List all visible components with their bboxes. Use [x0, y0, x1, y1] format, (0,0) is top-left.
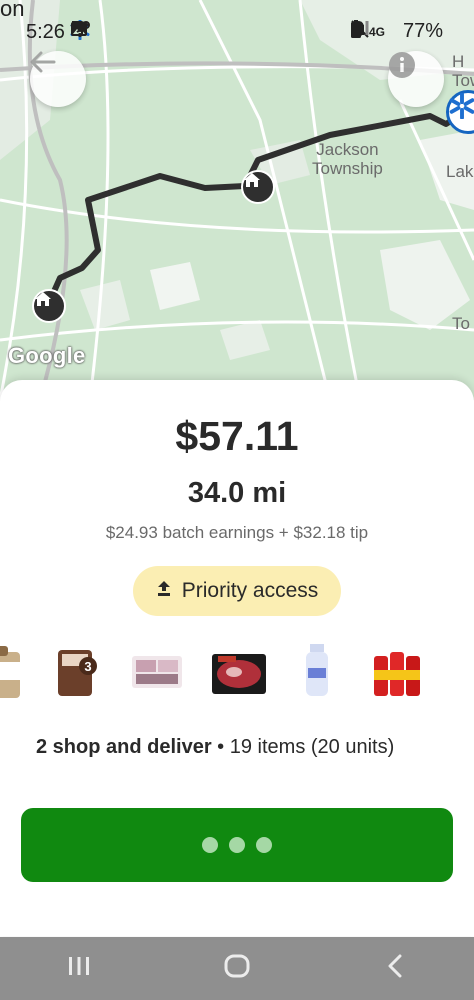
system-nav-bar [0, 937, 474, 1000]
svg-text:3: 3 [84, 659, 91, 674]
battery-percent: 77% [402, 20, 443, 42]
offer-distance: 34.0 mi [187, 477, 287, 509]
offer-sheet: $57.11 34.0 mi $24.93 batch earnings + $… [0, 380, 474, 936]
status-time: 5:26 [26, 21, 65, 43]
dropoff-marker-2[interactable] [32, 289, 66, 323]
recent-apps-icon [67, 955, 91, 982]
map-label-lake: Lak [446, 162, 474, 181]
product-thumbnails[interactable]: 3 [0, 642, 474, 708]
priority-icon [156, 580, 172, 603]
batch-summary-type: 2 shop and deliver [36, 736, 212, 758]
batch-summary-items: 19 items (20 units) [229, 736, 395, 758]
home-button[interactable] [207, 944, 267, 994]
priority-access-label: Priority access [181, 579, 319, 602]
dropoff-marker-1[interactable] [241, 170, 275, 204]
offer-price: $57.11 [175, 413, 299, 459]
product-thumb-coffee-creamer [0, 642, 24, 702]
loading-dot-2 [229, 837, 245, 853]
map-label-top-right: H Tow [452, 52, 474, 90]
product-thumb-cat-food-pack [130, 642, 184, 702]
earnings-breakdown: $24.93 batch earnings + $32.18 tip [105, 523, 369, 542]
google-attribution: Google [8, 343, 86, 368]
accept-batch-button[interactable] [21, 808, 453, 882]
product-thumb-body-wash-bottle [300, 642, 336, 702]
back-chevron-icon [386, 954, 404, 983]
network-icon: 4G [368, 24, 385, 39]
loading-dot-1 [202, 837, 218, 853]
map-label-to: To [452, 314, 470, 333]
loading-dot-3 [256, 837, 272, 853]
home-icon [223, 954, 251, 983]
product-thumb-ice-cream-bars: 3 [56, 642, 102, 702]
route-map[interactable]: on 5:26 4G 77% Jackson Township H To Lak… [0, 0, 474, 400]
batch-summary: 2 shop and deliver • 19 items (20 units) [36, 736, 394, 759]
priority-access-badge: Priority access [133, 566, 341, 616]
back-button[interactable] [30, 51, 86, 107]
batch-summary-separator: • [211, 736, 230, 758]
system-back-button[interactable] [365, 944, 425, 994]
recent-apps-button[interactable] [49, 944, 109, 994]
status-right-icons: 4G 77% [350, 20, 452, 43]
info-button[interactable] [388, 51, 444, 107]
product-thumb-sports-drink-pack [370, 642, 424, 702]
map-label-jackson-township: Jackson Township [312, 140, 383, 178]
product-thumb-steak-pack [210, 642, 268, 702]
